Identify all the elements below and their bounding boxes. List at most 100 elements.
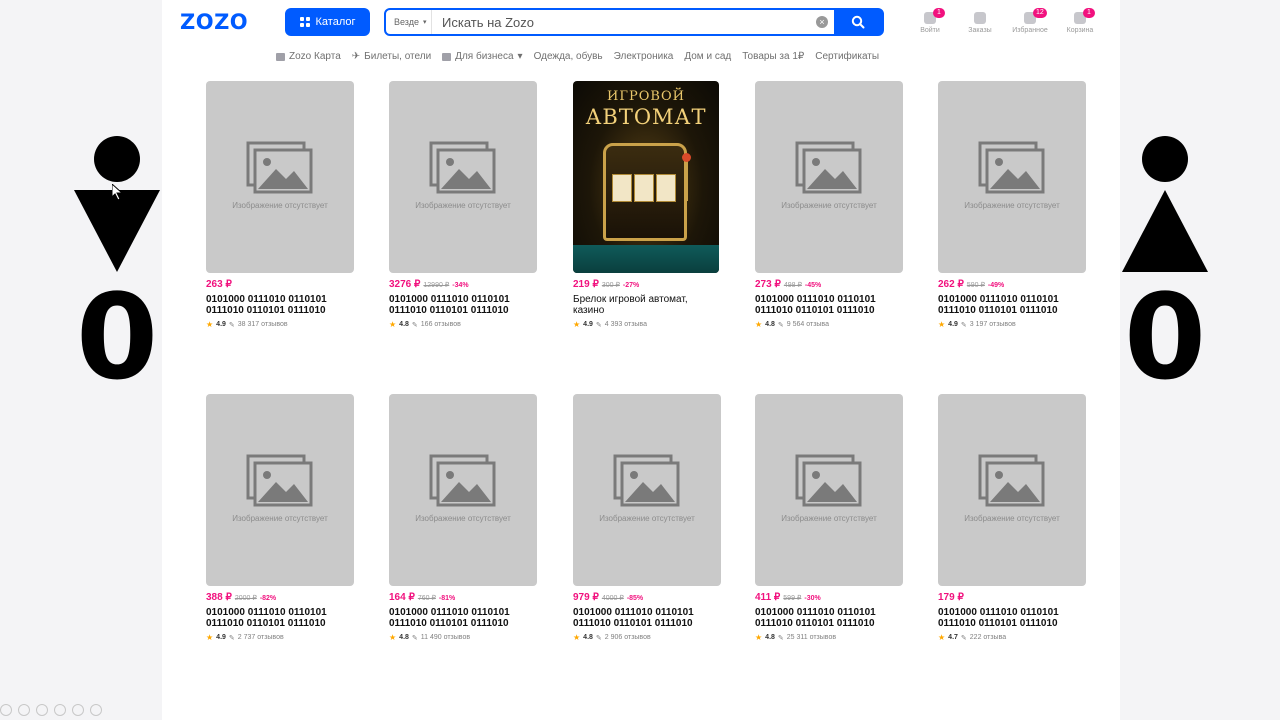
- nav-item-label: Одежда, обувь: [533, 51, 603, 62]
- product-title[interactable]: 0101000 0111010 0110101 0111010 0110101 …: [206, 294, 354, 316]
- product-image-placeholder[interactable]: Изображение отсутствует: [755, 394, 903, 586]
- rating-row: ★ 4.9 ✎ 2 737 отзывов: [206, 633, 354, 642]
- rating-value: 4.8: [399, 634, 409, 641]
- search-scope-value: Везде: [394, 17, 419, 27]
- product-card[interactable]: Изображение отсутствует 3276 ₽12990 ₽ -34%…: [389, 81, 537, 329]
- product-image-placeholder[interactable]: Изображение отсутствует: [573, 394, 721, 586]
- zozo-logo[interactable]: ZOZO: [180, 10, 248, 34]
- reviews-icon: ✎: [595, 634, 602, 642]
- orders-icon: [974, 12, 986, 24]
- product-card[interactable]: Изображение отсутствует 273 ₽498 ₽ -45% 010…: [755, 81, 903, 329]
- product-image-placeholder[interactable]: Изображение отсутствует: [389, 394, 537, 586]
- product-title[interactable]: 0101000 0111010 0110101 0111010 0110101 …: [389, 294, 537, 316]
- product-card[interactable]: Изображение отсутствует 262 ₽590 ₽ -49% 010…: [938, 81, 1086, 329]
- nav-item-tickets[interactable]: ✈ Билеты, отели: [352, 51, 431, 62]
- nav-item-certificates[interactable]: Сертификаты: [815, 51, 879, 62]
- search-bar: Везде ▾ ×: [384, 8, 884, 36]
- reviews-icon: ✎: [595, 321, 602, 329]
- product-image-placeholder[interactable]: Изображение отсутствует: [755, 81, 903, 273]
- clear-icon[interactable]: ×: [816, 16, 828, 28]
- nav-item-label: Дом и сад: [684, 51, 732, 62]
- star-icon: ★: [755, 320, 763, 329]
- product-card[interactable]: Изображение отсутствует 164 ₽760 ₽ -81% 010…: [389, 394, 537, 642]
- control-icon[interactable]: [72, 704, 84, 716]
- orders-button[interactable]: Заказы: [955, 8, 1005, 38]
- product-card[interactable]: Изображение отсутствует 388 ₽2000 ₽ -82% 01…: [206, 394, 354, 642]
- product-title[interactable]: 0101000 0111010 0110101 0111010 0110101 …: [938, 607, 1086, 629]
- reviews-icon: ✎: [777, 634, 784, 642]
- product-image-placeholder[interactable]: Изображение отсутствует: [938, 81, 1086, 273]
- product-title[interactable]: 0101000 0111010 0110101 0111010 0110101 …: [573, 607, 721, 629]
- no-image-text: Изображение отсутствует: [232, 201, 328, 210]
- rating-row: ★ 4.8 ✎ 2 906 отзывов: [573, 633, 721, 642]
- profile-button[interactable]: 1 Войти: [905, 8, 955, 38]
- old-price: 300 ₽: [601, 282, 620, 289]
- control-icon[interactable]: [0, 704, 12, 716]
- briefcase-icon: [442, 52, 452, 61]
- star-icon: ★: [573, 633, 581, 642]
- right-counter: 0: [1124, 268, 1207, 406]
- reviews-count: 25 311 отзывов: [786, 634, 837, 641]
- nav-item-business[interactable]: Для бизнеса ▾: [442, 51, 523, 62]
- product-title[interactable]: 0101000 0111010 0110101 0111010 0110101 …: [206, 607, 354, 629]
- reviews-count: 4 393 отзыва: [604, 321, 647, 328]
- nav-item-home[interactable]: Дом и сад: [684, 51, 731, 62]
- price: 262 ₽: [938, 279, 964, 290]
- left-head-shape: [94, 136, 140, 182]
- product-image-placeholder[interactable]: Изображение отсутствует: [206, 81, 354, 273]
- control-icon[interactable]: [36, 704, 48, 716]
- product-card[interactable]: Изображение отсутствует 179 ₽ 0101000 0111…: [938, 394, 1086, 642]
- product-title[interactable]: 0101000 0111010 0110101 0111010 0110101 …: [755, 294, 903, 316]
- price: 164 ₽: [389, 592, 415, 603]
- search-scope-select[interactable]: Везде ▾: [386, 10, 432, 34]
- reviews-icon: ✎: [228, 634, 235, 642]
- product-title[interactable]: Брелок игровой автомат, казино: [573, 294, 721, 316]
- price-row: 164 ₽760 ₽ -81%: [389, 592, 537, 603]
- old-price: 599 ₽: [783, 595, 802, 602]
- product-card[interactable]: Изображение отсутствует 411 ₽599 ₽ -30% 010…: [755, 394, 903, 642]
- no-image-text: Изображение отсутствует: [415, 514, 511, 523]
- control-icon[interactable]: [18, 704, 30, 716]
- discount-badge: -30%: [804, 595, 821, 602]
- rating-row: ★ 4.9 ✎ 3 197 отзывов: [938, 320, 1086, 329]
- product-card[interactable]: ИГРОВОЙ АВТОМАТ 219 ₽300 ₽ -27% Брелок игров…: [573, 81, 721, 329]
- product-image-placeholder[interactable]: Изображение отсутствует: [206, 394, 354, 586]
- product-image[interactable]: ИГРОВОЙ АВТОМАТ: [573, 81, 719, 273]
- chevron-down-icon: ▾: [517, 51, 523, 62]
- old-price: 2000 ₽: [234, 595, 257, 602]
- product-title[interactable]: 0101000 0111010 0110101 0111010 0110101 …: [755, 607, 903, 629]
- category-nav: Zozo Карта ✈ Билеты, отели Для бизнеса ▾…: [276, 51, 879, 62]
- product-title[interactable]: 0101000 0111010 0110101 0111010 0110101 …: [938, 294, 1086, 316]
- product-image-placeholder[interactable]: Изображение отсутствует: [389, 81, 537, 273]
- rating-row: ★ 4.9 ✎ 38 317 отзывов: [206, 320, 354, 329]
- price-row: 273 ₽498 ₽ -45%: [755, 279, 903, 290]
- rating-value: 4.9: [583, 321, 593, 328]
- product-card[interactable]: Изображение отсутствует 263 ₽ 0101000 0111…: [206, 81, 354, 329]
- favorites-label: Избранное: [1012, 27, 1048, 34]
- price-row: 979 ₽4000 ₽ -85%: [573, 592, 721, 603]
- cart-button[interactable]: 1 Корзина: [1055, 8, 1105, 38]
- rating-value: 4.9: [948, 321, 958, 328]
- control-icon[interactable]: [90, 704, 102, 716]
- poster-line1: ИГРОВОЙ: [607, 89, 685, 104]
- rating-row: ★ 4.8 ✎ 11 490 отзывов: [389, 633, 537, 642]
- nav-item-clothes[interactable]: Одежда, обувь: [534, 51, 603, 62]
- reviews-count: 222 отзыва: [969, 634, 1007, 641]
- nav-item-zozo-card[interactable]: Zozo Карта: [276, 51, 341, 62]
- reviews-icon: ✎: [960, 321, 967, 329]
- product-image-placeholder[interactable]: Изображение отсутствует: [938, 394, 1086, 586]
- control-icon[interactable]: [54, 704, 66, 716]
- nav-item-label: Для бизнеса: [455, 51, 514, 62]
- reviews-icon: ✎: [411, 321, 418, 329]
- catalog-button[interactable]: Каталог: [285, 8, 370, 36]
- nav-item-electronics[interactable]: Электроника: [614, 51, 674, 62]
- search-button[interactable]: [834, 10, 882, 34]
- product-title[interactable]: 0101000 0111010 0110101 0111010 0110101 …: [389, 607, 537, 629]
- image-placeholder-icon: [429, 454, 496, 507]
- profile-label: Войти: [920, 27, 940, 34]
- favorites-button[interactable]: 12 Избранное: [1005, 8, 1055, 38]
- image-placeholder-icon: [613, 454, 680, 507]
- product-card[interactable]: Изображение отсутствует 979 ₽4000 ₽ -85% 01…: [573, 394, 721, 642]
- search-input[interactable]: [432, 9, 816, 35]
- nav-item-one-ruble[interactable]: Товары за 1₽: [742, 51, 804, 62]
